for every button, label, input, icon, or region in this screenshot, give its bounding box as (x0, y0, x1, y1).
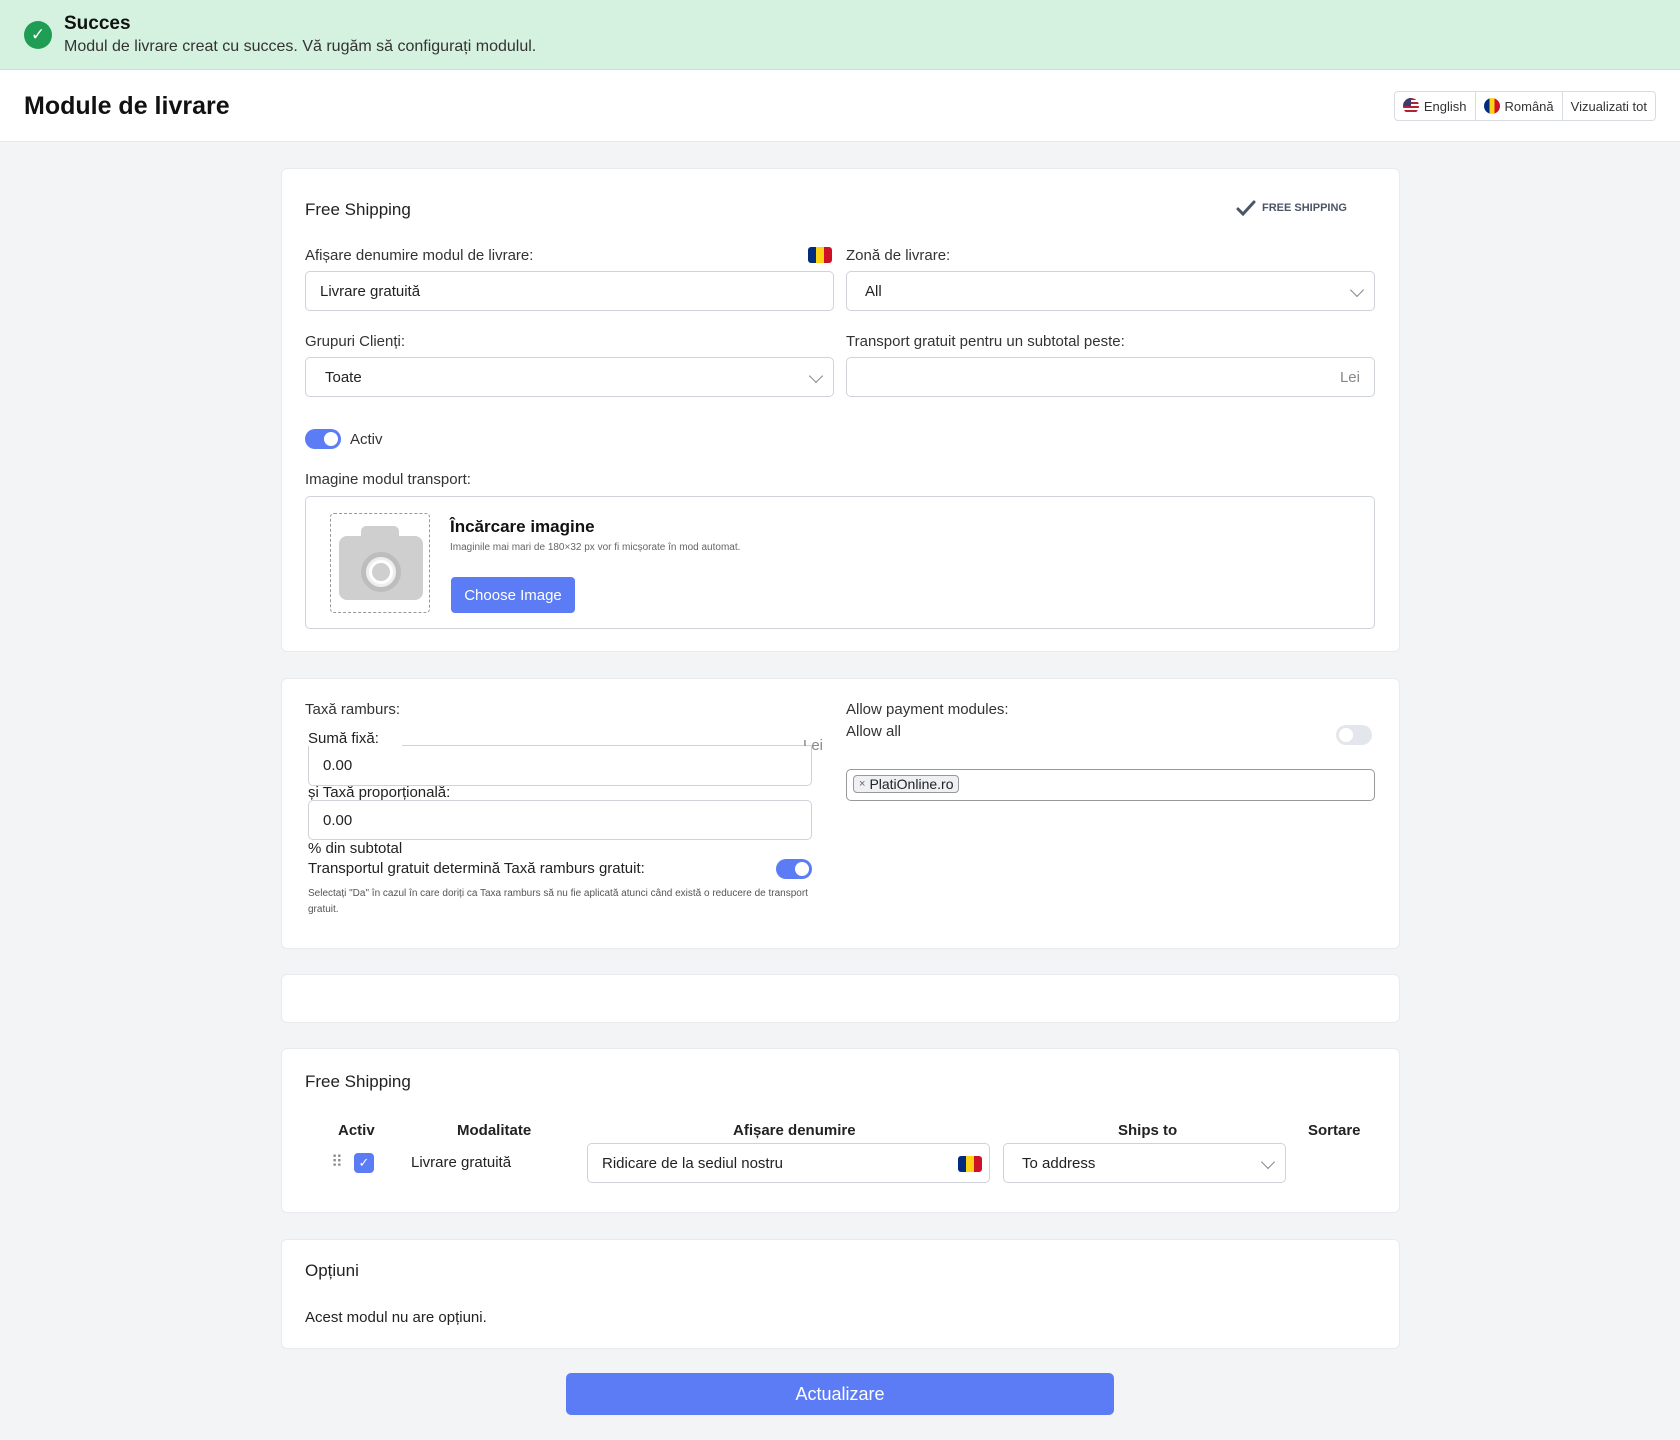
options-card: Opțiuni Acest modul nu are opțiuni. (281, 1239, 1400, 1349)
column-header-ships-to: Ships to (1118, 1122, 1178, 1139)
free-cod-hint: Selectați "Da" în cazul în care doriți c… (308, 888, 808, 915)
column-header-afisare: Afișare denumire (733, 1122, 856, 1139)
customer-groups-select[interactable]: Toate (305, 357, 834, 397)
allow-all-label: Allow all (846, 723, 902, 740)
free-cod-toggle[interactable] (776, 859, 812, 879)
update-button[interactable]: Actualizare (566, 1373, 1114, 1415)
row-active-checkbox[interactable]: ✓ (354, 1153, 374, 1173)
column-header-activ: Activ (338, 1122, 375, 1139)
badge-label: FREE SHIPPING (1262, 202, 1347, 214)
lang-romana-label: Română (1504, 98, 1554, 114)
customer-groups-value: Toate (325, 368, 362, 386)
cod-title: Taxă ramburs: (305, 701, 401, 718)
alert-title: Succes (64, 13, 131, 34)
lang-romana-button[interactable]: Română (1476, 92, 1563, 120)
ro-flag-icon (808, 247, 832, 263)
display-name-input[interactable]: Livrare gratuită (305, 271, 834, 311)
image-upload-area: Încărcare imagine Imaginile mai mari de … (305, 496, 1375, 629)
row-display-name-input[interactable]: Ridicare de la sediul nostru (587, 1143, 990, 1183)
ro-flag-icon (1483, 98, 1500, 114)
methods-title: Free Shipping (305, 1072, 411, 1091)
lang-english-label: English (1423, 98, 1467, 114)
payment-tag: × PlatiOnline.ro (853, 775, 960, 793)
row-method: Livrare gratuită (411, 1154, 512, 1171)
shipping-methods-card: Free Shipping Activ Modalitate Afișare d… (281, 1048, 1400, 1213)
image-preview (330, 513, 430, 613)
ro-flag-icon (958, 1156, 982, 1172)
alert-message: Modul de livrare creat cu succes. Vă rug… (64, 38, 537, 55)
free-cod-label: Transportul gratuit determină Taxă rambu… (308, 860, 645, 877)
image-label: Imagine modul transport: (305, 471, 471, 488)
proportional-fee-label: și Taxă proporțională: (308, 784, 451, 801)
page-title: Module de livrare (24, 92, 230, 120)
payment-tag-label: PlatiOnline.ro (869, 776, 954, 792)
lang-english-button[interactable]: English (1395, 92, 1476, 120)
zone-label: Zonă de livrare: (846, 247, 951, 264)
active-toggle[interactable] (305, 429, 341, 449)
language-switcher: English Română Vizualizati tot (1393, 91, 1656, 121)
customer-groups-label: Grupuri Clienți: (305, 333, 406, 350)
upload-hint: Imaginile mai mari de 180×32 px vor fi m… (450, 542, 741, 553)
row-ships-to-value: To address (1022, 1154, 1096, 1172)
display-name-value: Livrare gratuită (320, 282, 421, 300)
column-header-modalitate: Modalitate (457, 1122, 532, 1139)
remove-tag-icon[interactable]: × (859, 778, 865, 790)
success-alert: ✓ Succes Modul de livrare creat cu succe… (0, 0, 1680, 70)
payment-modules-select[interactable]: × PlatiOnline.ro (846, 769, 1375, 801)
us-flag-icon (1402, 98, 1419, 114)
choose-image-button[interactable]: Choose Image (451, 577, 575, 613)
chevron-down-icon (808, 368, 824, 384)
zone-select[interactable]: All (846, 271, 1375, 311)
chevron-down-icon (1349, 282, 1365, 298)
allow-all-toggle[interactable] (1336, 725, 1372, 745)
fixed-fee-label: Sumă fixă: (308, 730, 379, 747)
zone-value: All (865, 282, 882, 300)
active-label: Activ (350, 431, 383, 448)
checkmark-icon (1236, 200, 1256, 216)
drag-handle-icon[interactable]: ⠿ (331, 1152, 343, 1172)
empty-card (281, 974, 1400, 1023)
row-display-name-value: Ridicare de la sediul nostru (602, 1154, 783, 1172)
fixed-fee-value: 0.00 (323, 757, 353, 774)
upload-title: Încărcare imagine (450, 517, 595, 536)
module-title: Free Shipping (305, 200, 411, 219)
options-title: Opțiuni (305, 1261, 359, 1280)
proportional-fee-value: 0.00 (323, 811, 353, 829)
proportional-fee-input[interactable]: 0.00 (308, 800, 812, 840)
cod-card: Taxă ramburs: Sumă fixă: Lei 0.00 și Tax… (281, 678, 1400, 949)
payment-modules-label: Allow payment modules: (846, 701, 1009, 718)
check-circle-icon: ✓ (24, 21, 52, 49)
free-threshold-label: Transport gratuit pentru un subtotal pes… (846, 333, 1125, 350)
column-header-sortare: Sortare (1308, 1122, 1361, 1139)
free-threshold-input[interactable]: Lei (846, 357, 1375, 397)
page-header: Module de livrare English Română Vizuali… (0, 70, 1680, 142)
view-all-button[interactable]: Vizualizati tot (1563, 92, 1655, 120)
display-name-label: Afișare denumire modul de livrare: (305, 247, 534, 264)
fixed-fee-input[interactable]: 0.00 (308, 746, 812, 786)
proportional-fee-suffix: % din subtotal (308, 840, 403, 857)
free-shipping-badge: FREE SHIPPING (1236, 200, 1347, 216)
chevron-down-icon (1260, 1154, 1276, 1170)
row-ships-to-select[interactable]: To address (1003, 1143, 1286, 1183)
module-settings-card: Free Shipping FREE SHIPPING Afișare denu… (281, 168, 1400, 652)
options-message: Acest modul nu are opțiuni. (305, 1309, 487, 1326)
currency-suffix: Lei (1339, 369, 1360, 386)
